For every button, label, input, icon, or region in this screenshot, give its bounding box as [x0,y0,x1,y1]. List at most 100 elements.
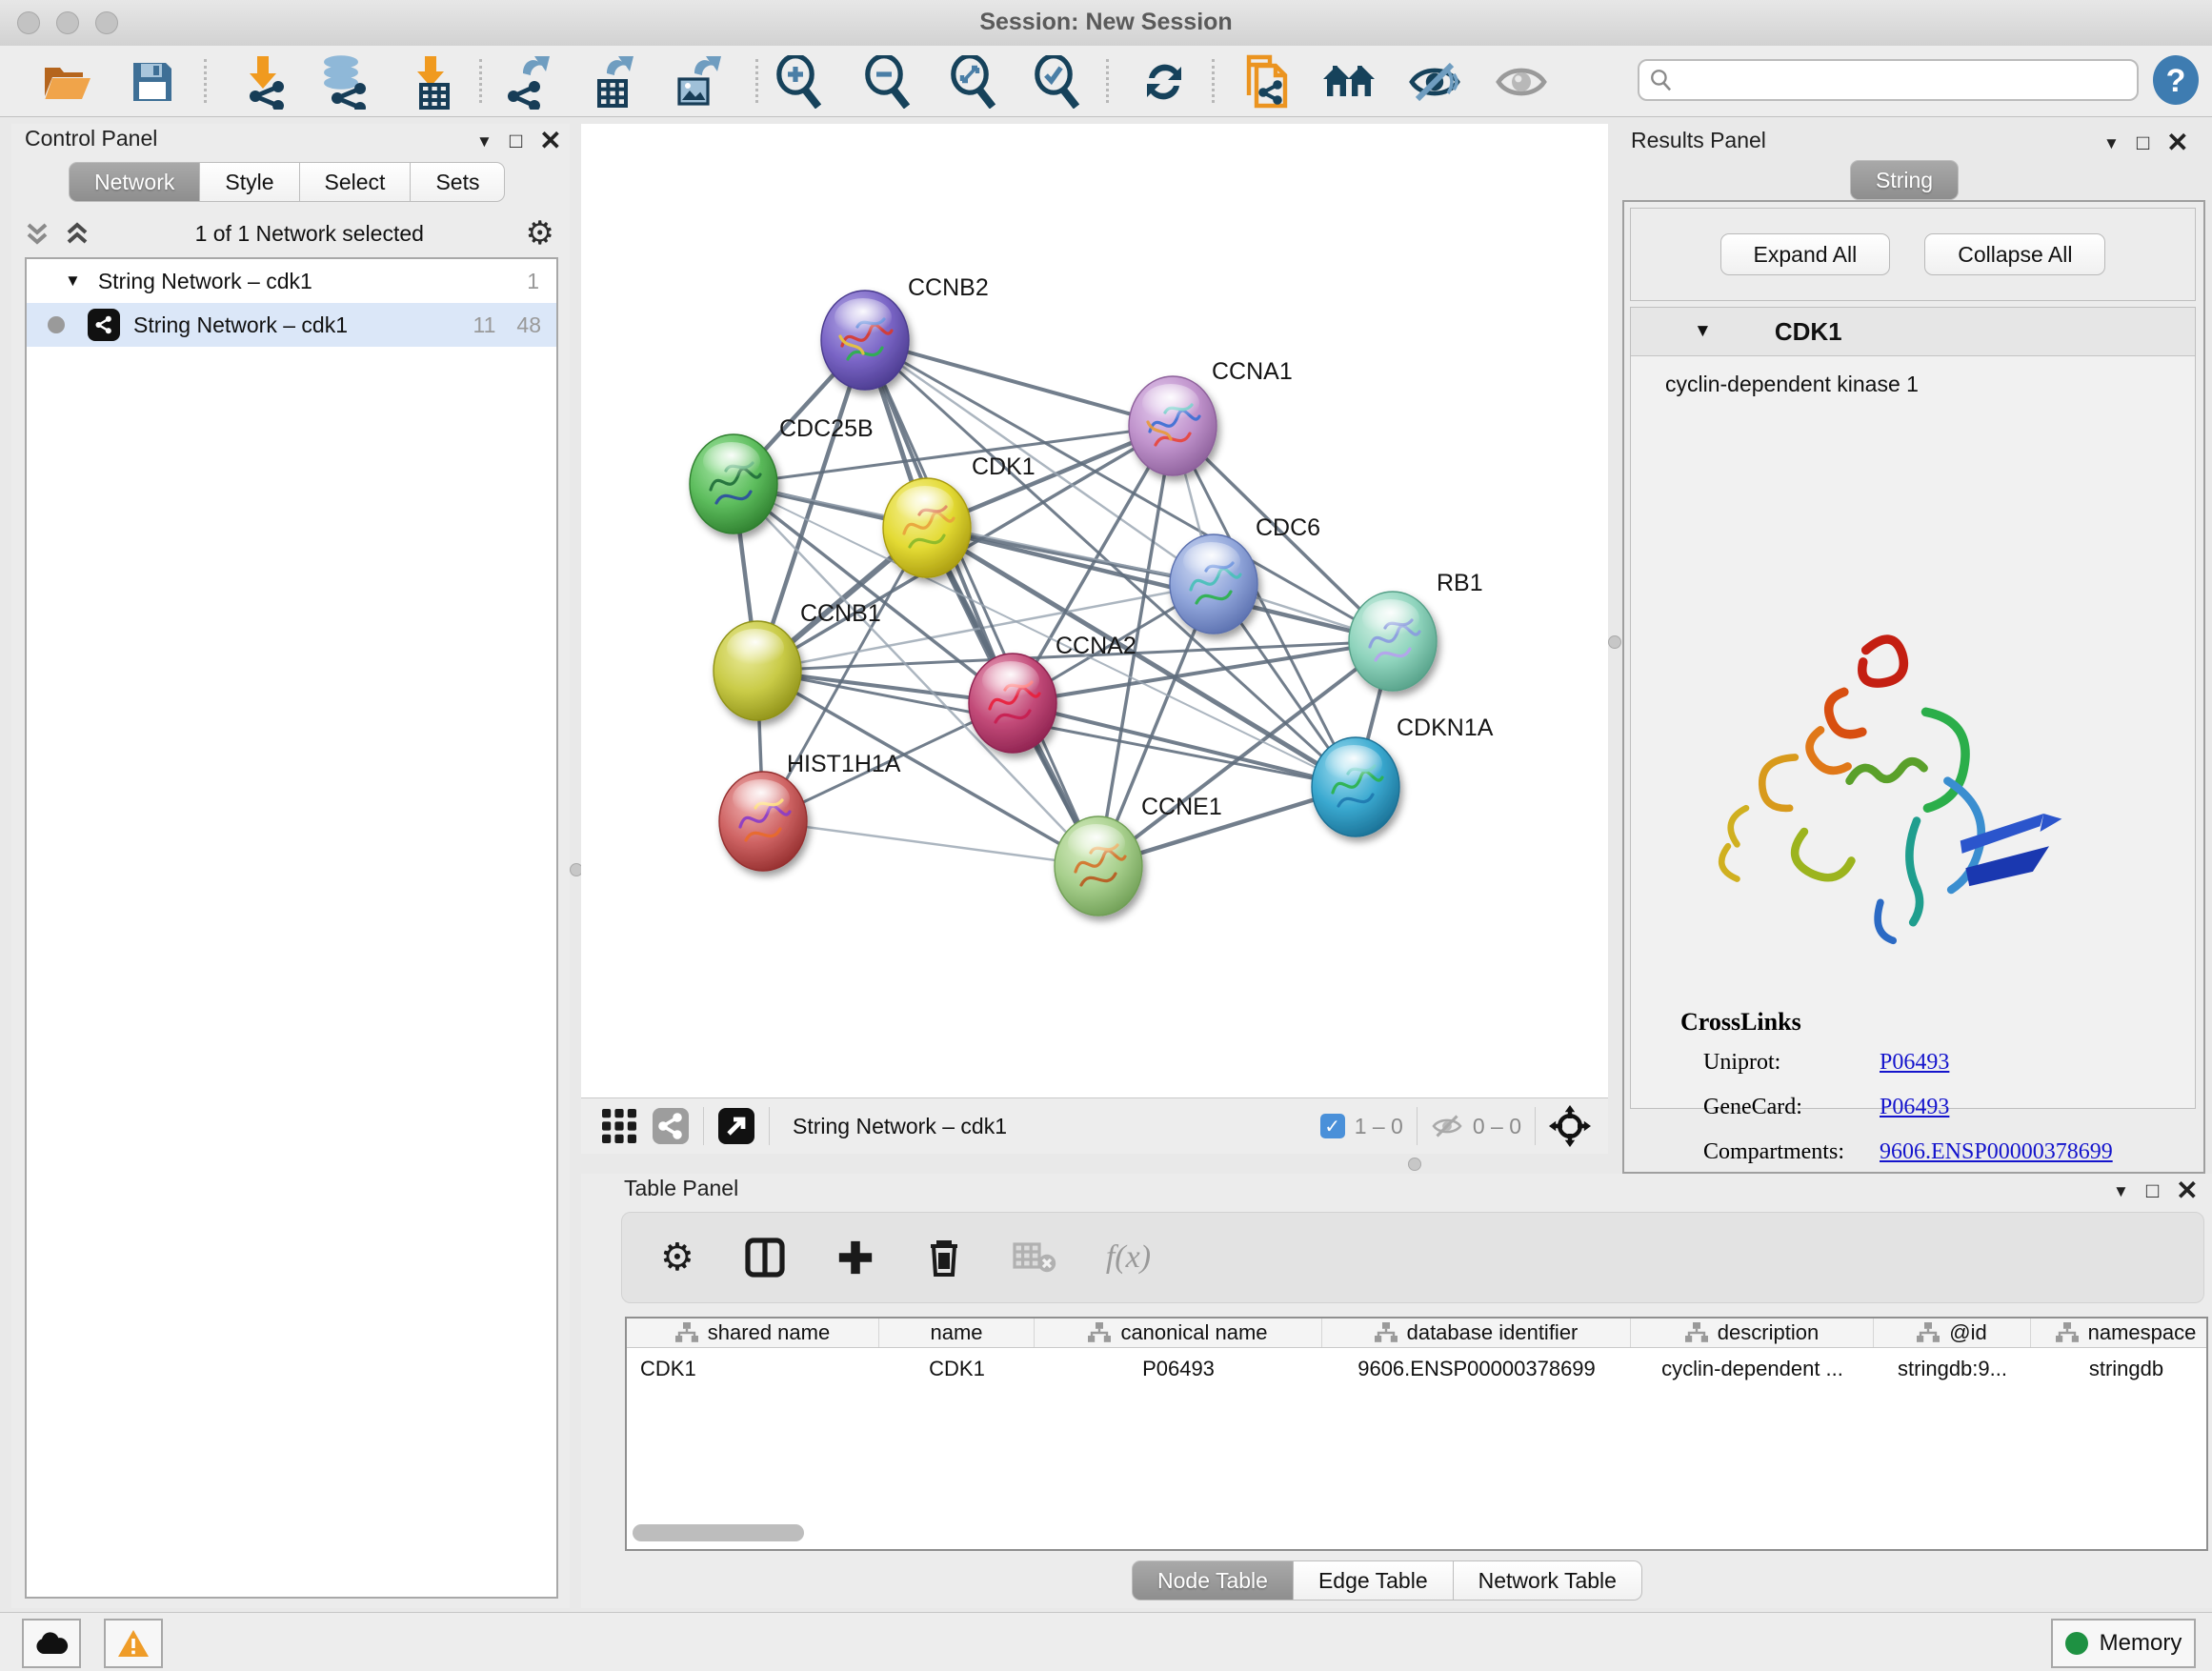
help-icon[interactable]: ? [2148,52,2203,108]
expand-all-button[interactable]: Expand All [1720,233,1891,275]
network-node-ccna2[interactable] [969,654,1056,753]
selected-checkbox-icon[interactable]: ✓ [1320,1114,1345,1138]
network-node-cdc6[interactable] [1170,534,1257,634]
open-session-icon[interactable] [40,54,95,110]
crosslink-link[interactable]: P06493 [1880,1095,1949,1120]
cloud-button[interactable] [22,1619,81,1668]
panel-close-icon[interactable]: ✕ [539,128,561,154]
protein-accordion-header[interactable]: ▼ CDK1 [1631,308,2195,356]
network-canvas[interactable]: CCNB2CCNA1CDC25BCDK1CDC6RB1CCNB1CCNA2CDK… [581,124,1608,1097]
network-edge[interactable] [865,340,1098,866]
panel-collapse-icon[interactable]: ▼ [476,133,493,150]
expand-all-icon[interactable] [61,219,93,248]
search-input[interactable] [1674,67,2127,93]
collapse-all-button[interactable]: Collapse All [1924,233,2105,275]
crosslink-link[interactable]: 9606.ENSP00000378699 [1880,1139,2113,1165]
hide-selected-eye-icon[interactable] [1407,54,1462,110]
zoom-selected-icon[interactable] [1030,54,1085,110]
horizontal-splitter-handle[interactable] [1408,1158,1421,1171]
function-builder-icon[interactable]: f(x) [1106,1239,1151,1276]
panel-float-icon[interactable]: □ [510,131,522,151]
network-node-hist1h1a[interactable] [719,772,807,871]
tab-select[interactable]: Select [300,162,412,202]
network-options-gear-icon[interactable]: ⚙ [526,214,554,252]
panel-collapse-icon[interactable]: ▼ [2103,135,2120,151]
add-column-icon[interactable] [835,1238,875,1278]
panel-float-icon[interactable]: □ [2146,1180,2159,1201]
column-header-database-identifier[interactable]: database identifier [1322,1319,1631,1347]
tab-edge-table[interactable]: Edge Table [1294,1560,1454,1601]
cell-database-identifier[interactable]: 9606.ENSP00000378699 [1322,1357,1631,1381]
refresh-view-icon[interactable] [1136,54,1192,110]
application-window: Session: New Session [0,0,2212,1671]
column-header-shared-name[interactable]: shared name [627,1319,879,1347]
export-network-icon[interactable] [502,54,557,110]
column-header--id[interactable]: @id [1874,1319,2031,1347]
export-image-icon[interactable] [670,54,725,110]
show-columns-icon[interactable] [744,1237,786,1278]
scrollbar-thumb[interactable] [633,1524,804,1541]
fit-selected-crosshair-icon[interactable] [1549,1105,1591,1147]
import-network-database-icon[interactable] [317,54,372,110]
first-neighbors-icon[interactable] [1321,54,1377,110]
network-node-cdkn1a[interactable] [1312,737,1399,836]
network-node-rb1[interactable] [1349,592,1437,691]
tab-string[interactable]: String [1850,160,1959,200]
network-row-selected[interactable]: String Network – cdk1 11 48 [27,303,556,347]
cell-shared-name[interactable]: CDK1 [627,1357,879,1381]
cell-namespace[interactable]: stringdb [2031,1357,2208,1381]
network-node-cdk1[interactable] [883,478,971,577]
zoom-out-icon[interactable] [860,54,915,110]
tab-network[interactable]: Network [69,162,200,202]
zoom-fit-icon[interactable] [946,54,1001,110]
view-share-icon[interactable] [652,1107,690,1145]
search-icon [1649,68,1674,92]
panel-close-icon[interactable]: ✕ [2176,1178,2198,1204]
panel-float-icon[interactable]: □ [2137,132,2149,153]
network-node-cdc25b[interactable] [690,434,777,534]
table-options-gear-icon[interactable]: ⚙ [660,1236,694,1279]
column-header-name[interactable]: name [879,1319,1035,1347]
column-header-description[interactable]: description [1631,1319,1874,1347]
node-table[interactable]: shared namenamecanonical namedatabase id… [625,1317,2208,1551]
import-network-file-icon[interactable] [236,54,292,110]
cell--id[interactable]: stringdb:9... [1874,1357,2031,1381]
warnings-button[interactable] [104,1619,163,1668]
import-table-file-icon[interactable] [404,54,459,110]
panel-close-icon[interactable]: ✕ [2166,130,2188,156]
network-node-ccne1[interactable] [1055,816,1142,916]
crosslink-link[interactable]: P06493 [1880,1050,1949,1076]
network-node-ccnb1[interactable] [714,621,801,720]
network-collection-row[interactable]: ▼ String Network – cdk1 1 [27,259,556,303]
table-row[interactable]: CDK1CDK1P064939606.ENSP00000378699cyclin… [627,1348,2206,1390]
cell-description[interactable]: cyclin-dependent ... [1631,1357,1874,1381]
accordion-expander-icon[interactable]: ▼ [1694,321,1712,342]
column-header-namespace[interactable]: namespace [2031,1319,2208,1347]
tab-node-table[interactable]: Node Table [1132,1560,1294,1601]
tab-network-table[interactable]: Network Table [1454,1560,1642,1601]
cell-name[interactable]: CDK1 [879,1357,1035,1381]
open-in-window-icon[interactable] [717,1107,755,1145]
tab-style[interactable]: Style [200,162,299,202]
network-edge[interactable] [763,821,1098,866]
export-table-icon[interactable] [586,54,641,110]
show-all-eye-icon[interactable] [1494,54,1549,110]
panel-collapse-icon[interactable]: ▼ [2113,1183,2129,1199]
network-node-ccna1[interactable] [1129,376,1217,475]
table-horizontal-scrollbar[interactable] [627,1524,2206,1543]
view-grid-icon[interactable] [600,1107,638,1145]
memory-button[interactable]: Memory [2051,1619,2196,1668]
save-session-icon[interactable] [125,54,180,110]
tab-sets[interactable]: Sets [411,162,505,202]
table-toolbar: ⚙ f(x) [621,1212,2204,1303]
cell-canonical-name[interactable]: P06493 [1035,1357,1322,1381]
zoom-in-icon[interactable] [772,54,827,110]
tree-expander-icon[interactable]: ▼ [65,272,81,291]
collapse-all-icon[interactable] [21,219,53,248]
delete-table-icon[interactable] [1013,1240,1056,1275]
column-header-canonical-name[interactable]: canonical name [1035,1319,1322,1347]
delete-column-icon[interactable] [925,1237,963,1278]
copy-network-icon[interactable] [1239,54,1295,110]
toolbar-separator [479,59,482,103]
network-node-ccnb2[interactable] [821,291,909,390]
